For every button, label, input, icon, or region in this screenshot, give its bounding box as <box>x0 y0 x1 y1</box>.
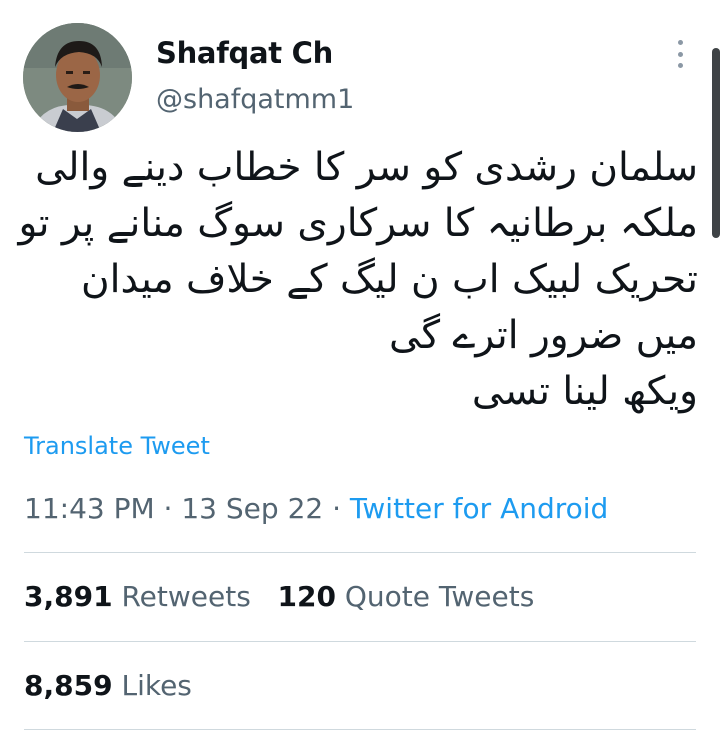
avatar[interactable] <box>23 23 132 132</box>
tweet-line: ویکھ لینا تسی <box>471 369 698 414</box>
translate-tweet-link[interactable]: Translate Tweet <box>24 432 210 460</box>
likes-count: 8,859 <box>24 669 113 702</box>
more-vertical-icon[interactable] <box>664 40 696 68</box>
quote-tweets-label: Quote Tweets <box>344 580 535 613</box>
likes-link[interactable]: 8,859 Likes <box>24 669 192 702</box>
likes-stats: 8,859 Likes <box>24 669 192 702</box>
tweet-date[interactable]: 13 Sep 22 <box>181 492 323 525</box>
scrollbar[interactable] <box>712 48 720 238</box>
tweet-line: سلمان رشدی کو سر کا خطاب دینے والی <box>35 145 698 190</box>
divider <box>24 552 696 553</box>
meta-separator: · <box>332 492 342 525</box>
tweet-meta: 11:43 PM · 13 Sep 22 · Twitter for Andro… <box>24 492 608 525</box>
more-dot <box>677 51 683 57</box>
tweet-line: تحریک لبیک اب ن لیگ کے خلاف میدان <box>81 257 698 302</box>
avatar-photo <box>23 23 132 132</box>
quote-tweets-link[interactable]: 120 Quote Tweets <box>278 580 535 613</box>
meta-separator: · <box>163 492 173 525</box>
divider <box>24 641 696 642</box>
likes-label: Likes <box>121 669 192 702</box>
retweets-label: Retweets <box>121 580 251 613</box>
retweet-stats: 3,891 Retweets 120 Quote Tweets <box>24 580 534 613</box>
more-dot <box>677 63 683 68</box>
previous-content-edge <box>0 0 720 6</box>
tweet-line: ملکہ برطانیہ کا سرکاری سوگ منانے پر تو <box>18 201 698 246</box>
quote-tweets-count: 120 <box>277 580 336 613</box>
more-dot <box>677 40 683 45</box>
tweet-time[interactable]: 11:43 PM <box>24 492 155 525</box>
divider <box>24 729 696 730</box>
author-name[interactable]: Shafqat Ch <box>156 36 333 70</box>
author-handle[interactable]: @shafqatmm1 <box>156 84 354 115</box>
tweet-line: میں ضرور اترے گی <box>389 313 698 358</box>
retweets-link[interactable]: 3,891 Retweets <box>24 580 251 613</box>
retweets-count: 3,891 <box>24 580 113 613</box>
tweet-source-link[interactable]: Twitter for Android <box>350 492 608 525</box>
tweet-text: سلمان رشدی کو سر کا خطاب دینے والی ملکہ … <box>18 140 698 420</box>
